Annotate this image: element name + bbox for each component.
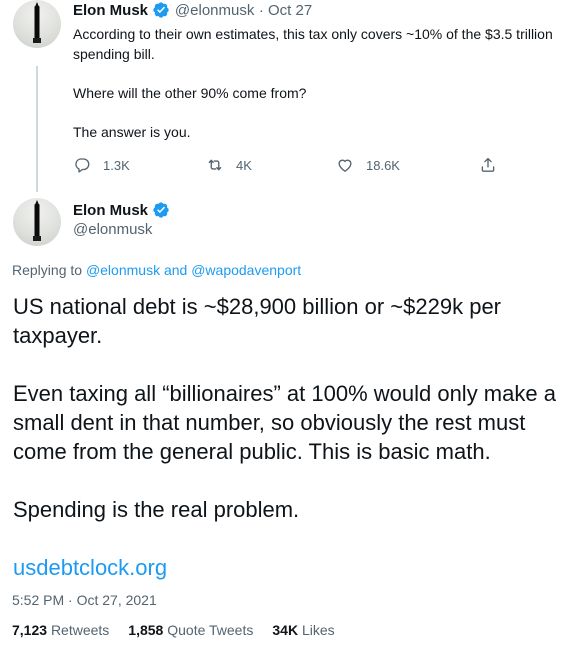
retweet-action[interactable]: 4K [206,156,252,174]
quote-tweets-label: Quote Tweets [167,622,254,638]
main-avatar[interactable] [13,198,61,246]
replying-user-link-1[interactable]: @elonmusk [86,262,160,278]
tweet-stats: 7,123 Retweets 1,858 Quote Tweets 34K Li… [12,622,335,638]
likes-count: 34K [272,622,299,638]
parent-paragraph-2: Where will the other 90% come from? [73,85,307,101]
likes-label: Likes [301,622,335,638]
replying-to: Replying to @elonmusk and @wapodavenport [12,262,301,278]
replying-prefix: Replying to [12,262,83,278]
reply-count: 1.3K [103,157,130,173]
parent-author-handle[interactable]: @elonmusk [175,2,254,19]
main-paragraph-1: US national debt is ~$28,900 billion or … [13,294,502,348]
retweets-stat[interactable]: 7,123 Retweets [12,622,109,638]
main-paragraph-2: Even taxing all “billionaires” at 100% w… [13,381,556,464]
like-action[interactable]: 18.6K [336,156,400,174]
tweet-timestamp[interactable]: 5:52 PM · Oct 27, 2021 [12,592,157,608]
parent-tweet-date[interactable]: · Oct 27 [259,2,312,19]
replying-and[interactable]: and [164,262,187,278]
verified-badge-icon [153,2,170,18]
external-link[interactable]: usdebtclock.org [13,553,581,582]
parent-tweet-header: Elon Musk @elonmusk · Oct 27 [73,1,312,20]
parent-tweet-text: According to their own estimates, this t… [73,24,573,161]
thread-connector-line [36,66,38,192]
verified-badge-icon [153,202,170,218]
likes-stat[interactable]: 34K Likes [272,622,334,638]
main-author-name-row: Elon Musk [73,201,170,220]
retweets-label: Retweets [50,622,110,638]
heart-icon [338,159,352,172]
quote-tweets-stat[interactable]: 1,858 Quote Tweets [128,622,253,638]
main-author-name[interactable]: Elon Musk [73,202,148,219]
retweet-icon [208,159,222,171]
main-paragraph-3: Spending is the real problem. [13,497,300,522]
parent-paragraph-3: The answer is you. [73,124,191,140]
rocket-avatar-image [33,2,41,43]
share-action[interactable] [479,156,497,174]
reply-action[interactable]: 1.3K [73,156,130,174]
reply-icon [75,158,90,173]
replying-user-link-2[interactable]: @wapodavenport [191,262,301,278]
main-author-handle[interactable]: @elonmusk [73,221,152,238]
retweet-count: 4K [236,157,252,173]
quote-tweets-count: 1,858 [128,622,164,638]
retweets-count: 7,123 [12,622,48,638]
like-count: 18.6K [366,157,400,173]
parent-author-name[interactable]: Elon Musk [73,2,148,19]
share-icon [481,157,495,172]
parent-avatar[interactable] [13,0,61,48]
main-tweet-text: US national debt is ~$28,900 billion or … [13,292,581,582]
parent-paragraph-1: According to their own estimates, this t… [73,26,553,62]
rocket-avatar-image [33,200,41,241]
